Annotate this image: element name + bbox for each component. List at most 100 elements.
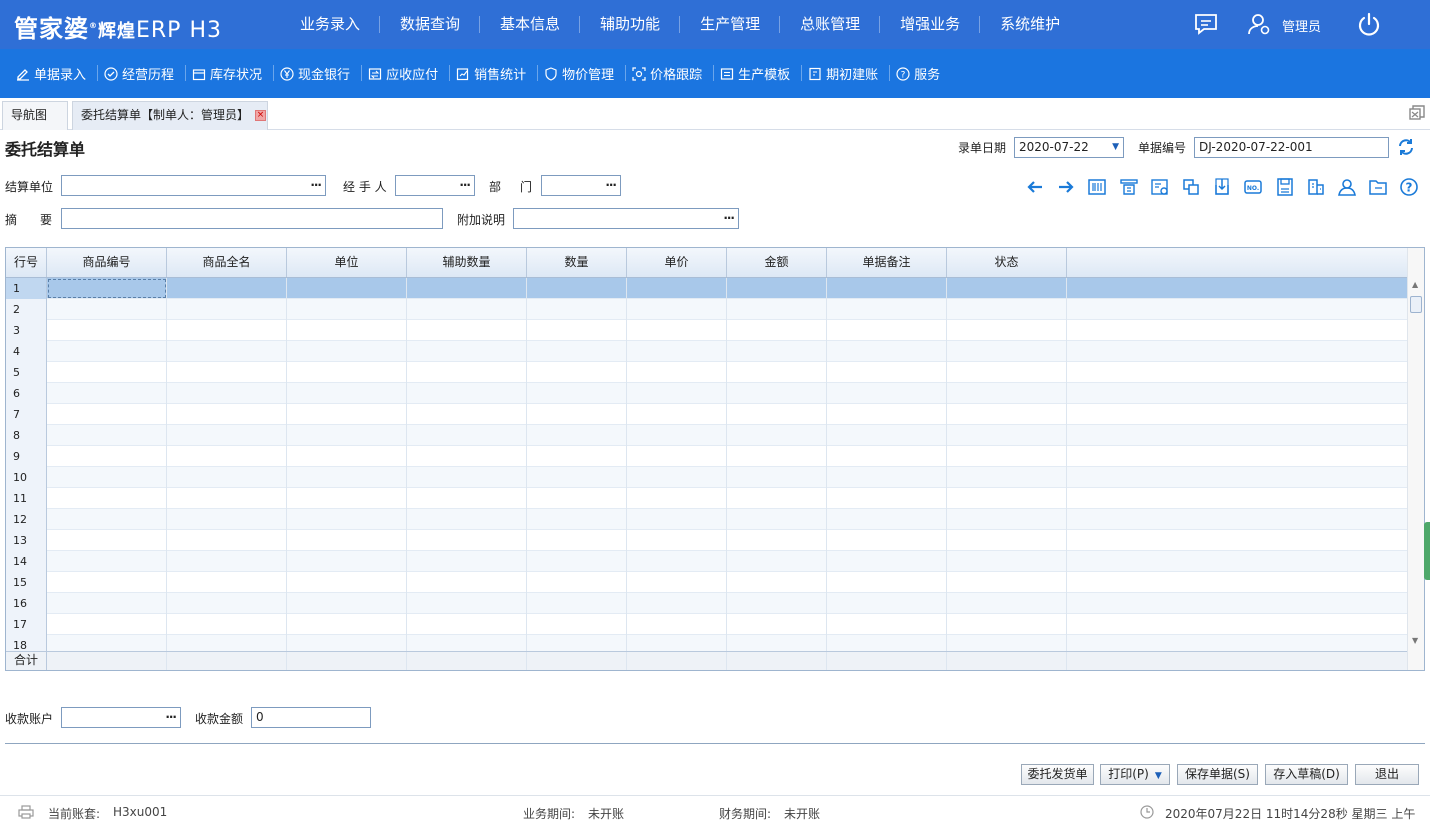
grid-cell[interactable] [627, 467, 727, 488]
grid-cell[interactable] [627, 530, 727, 551]
menu-item-system[interactable]: 系统维护 [980, 0, 1080, 49]
copy-icon[interactable] [1180, 177, 1202, 197]
table-row[interactable]: 8 [6, 425, 1408, 446]
grid-cell[interactable] [827, 572, 947, 593]
grid-cell[interactable] [407, 509, 527, 530]
toolbar-document-entry[interactable]: 单据录入 [10, 64, 99, 83]
scroll-down-icon[interactable]: ▼ [1412, 636, 1418, 645]
grid-cell[interactable] [47, 299, 167, 320]
grid-cell[interactable] [407, 320, 527, 341]
table-row[interactable]: 13 [6, 530, 1408, 551]
grid-cell[interactable] [527, 635, 627, 651]
grid-cell[interactable] [167, 467, 287, 488]
table-row[interactable]: 16 [6, 593, 1408, 614]
grid-cell[interactable] [727, 320, 827, 341]
menu-item-enhanced[interactable]: 增强业务 [880, 0, 981, 49]
grid-cell[interactable] [727, 614, 827, 635]
additional-note-field[interactable]: ··· [513, 208, 739, 229]
grid-cell[interactable] [827, 362, 947, 383]
table-row[interactable]: 18 [6, 635, 1408, 651]
menu-item-business-entry[interactable]: 业务录入 [280, 0, 381, 49]
department-field[interactable]: ··· [541, 175, 621, 196]
grid-cell[interactable] [167, 404, 287, 425]
grid-cell[interactable] [527, 320, 627, 341]
table-row[interactable]: 10 [6, 467, 1408, 488]
grid-cell[interactable] [167, 551, 287, 572]
summary-field[interactable] [61, 208, 443, 229]
grid-cell[interactable] [827, 278, 947, 299]
grid-cell[interactable] [627, 509, 727, 530]
grid-cell[interactable] [287, 383, 407, 404]
grid-cell[interactable] [947, 299, 1067, 320]
grid-cell[interactable] [827, 635, 947, 651]
grid-cell[interactable] [727, 551, 827, 572]
toolbar-cash-bank[interactable]: 现金银行 [274, 64, 363, 83]
col-row-no[interactable]: 行号 [6, 248, 47, 277]
grid-cell[interactable] [827, 341, 947, 362]
grid-cell[interactable] [627, 572, 727, 593]
table-row[interactable]: 6 [6, 383, 1408, 404]
number-icon[interactable]: NO. [1242, 177, 1264, 197]
grid-cell[interactable] [527, 446, 627, 467]
toolbar-receivable-payable[interactable]: 应收应付 [362, 64, 451, 83]
grid-cell[interactable] [627, 404, 727, 425]
grid-cell[interactable] [287, 530, 407, 551]
grid-cell[interactable] [47, 320, 167, 341]
grid-cell[interactable] [827, 593, 947, 614]
table-row[interactable]: 4 [6, 341, 1408, 362]
menu-item-data-query[interactable]: 数据查询 [380, 0, 481, 49]
grid-cell[interactable] [727, 446, 827, 467]
ellipsis-icon[interactable]: ··· [605, 176, 617, 195]
grid-cell[interactable] [827, 446, 947, 467]
grid-cell[interactable] [167, 341, 287, 362]
menu-item-production[interactable]: 生产管理 [680, 0, 781, 49]
grid-cell[interactable] [947, 425, 1067, 446]
grid-cell[interactable] [947, 551, 1067, 572]
question-icon[interactable]: ? [1398, 177, 1420, 197]
grid-cell[interactable] [167, 593, 287, 614]
grid-cell[interactable] [407, 593, 527, 614]
grid-cell[interactable] [947, 278, 1067, 299]
arrow-left-icon[interactable] [1024, 177, 1046, 197]
grid-cell[interactable] [47, 446, 167, 467]
consign-delivery-button[interactable]: 委托发货单 [1021, 764, 1094, 785]
grid-cell[interactable] [167, 362, 287, 383]
menu-item-aux-functions[interactable]: 辅助功能 [580, 0, 681, 49]
grid-cell[interactable] [287, 635, 407, 651]
grid-cell[interactable] [947, 572, 1067, 593]
current-user-name[interactable]: 管理员 [1282, 16, 1321, 35]
close-icon[interactable]: × [255, 110, 267, 121]
grid-cell[interactable] [627, 593, 727, 614]
ellipsis-icon[interactable]: ··· [723, 209, 735, 228]
toolbar-opening-ledger[interactable]: 期初建账 [802, 64, 891, 83]
grid-cell[interactable] [627, 425, 727, 446]
grid-cell[interactable] [727, 278, 827, 299]
grid-cell[interactable] [47, 551, 167, 572]
table-row[interactable]: 1 [6, 278, 1408, 299]
grid-cell[interactable] [287, 446, 407, 467]
grid-cell[interactable] [827, 425, 947, 446]
grid-cell[interactable] [47, 341, 167, 362]
table-row[interactable]: 3 [6, 320, 1408, 341]
grid-cell[interactable] [627, 551, 727, 572]
grid-scrollbar[interactable]: ▲ ▼ [1407, 248, 1424, 670]
grid-cell[interactable] [827, 551, 947, 572]
grid-cell[interactable] [727, 404, 827, 425]
settlement-unit-field[interactable]: ··· [61, 175, 326, 196]
grid-cell[interactable] [947, 383, 1067, 404]
grid-cell[interactable] [527, 551, 627, 572]
grid-cell[interactable] [627, 341, 727, 362]
grid-cell[interactable] [727, 509, 827, 530]
grid-cell[interactable] [947, 614, 1067, 635]
grid-cell[interactable] [167, 320, 287, 341]
grid-cell[interactable] [727, 341, 827, 362]
col-aux-qty[interactable]: 辅助数量 [407, 248, 527, 277]
grid-cell[interactable] [47, 614, 167, 635]
grid-cell[interactable] [727, 488, 827, 509]
grid-cell[interactable] [947, 593, 1067, 614]
grid-cell[interactable] [947, 635, 1067, 651]
grid-cell[interactable] [47, 278, 167, 299]
grid-cell[interactable] [47, 467, 167, 488]
grid-cell[interactable] [627, 362, 727, 383]
toolbar-price-management[interactable]: 物价管理 [538, 64, 627, 83]
